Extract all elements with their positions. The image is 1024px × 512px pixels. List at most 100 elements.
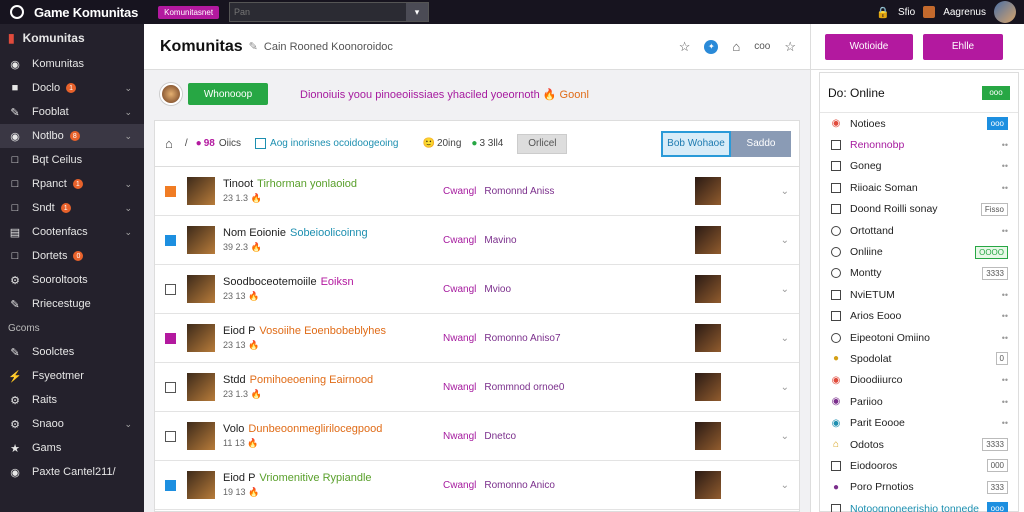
chevron-down-icon[interactable]: ⌄	[124, 203, 132, 214]
online-list-item[interactable]: ◉ Pariioo ••	[820, 391, 1018, 412]
online-list-item[interactable]: Riioaic Soman ••	[820, 177, 1018, 198]
chevron-down-icon[interactable]: ⌄	[124, 227, 132, 238]
chevron-down-icon[interactable]: ⌄	[124, 179, 132, 190]
row-highlight[interactable]: Sobeioolicoinng	[290, 227, 368, 239]
sidebar-game-item[interactable]: ✎ Soolctes	[0, 340, 144, 364]
more-icon[interactable]: ••	[1002, 375, 1008, 385]
row-title[interactable]: Eiod P	[223, 325, 255, 337]
chevron-down-icon[interactable]: ⌄	[781, 284, 789, 295]
row-title[interactable]: Soodboceotemoiile	[223, 276, 317, 288]
row-checkbox[interactable]	[164, 332, 176, 344]
online-item-tag[interactable]: Fisso	[980, 202, 1008, 216]
profile-picture[interactable]	[160, 83, 182, 105]
online-list-item[interactable]: ◉ Dioodiiurco ••	[820, 370, 1018, 391]
row-highlight[interactable]: Vosoiihe Eoenbobeblyhes	[259, 325, 386, 337]
online-item-tag[interactable]: ooo	[986, 117, 1008, 131]
chevron-down-icon[interactable]: ⌄	[781, 382, 789, 393]
chevron-down-icon[interactable]: ⌄	[781, 235, 789, 246]
table-row[interactable]: Nom Eoionie Sobeioolicoinng 39 2.3 🔥 Cwangl…	[155, 216, 799, 265]
row-title[interactable]: Volo	[223, 423, 244, 435]
chevron-down-icon[interactable]: ⌄	[124, 107, 132, 118]
more-icon[interactable]: ••	[1002, 183, 1008, 193]
online-list-item[interactable]: NviETUM ••	[820, 284, 1018, 305]
table-row[interactable]: Eiod P Vriomenitive Rypiandle 19 13 🔥 Cwang…	[155, 461, 799, 510]
sidebar-game-item[interactable]: ★ Gams	[0, 436, 144, 460]
row-category-1[interactable]: Cwangl	[443, 186, 476, 197]
chevron-down-icon[interactable]: ⌄	[124, 83, 132, 94]
online-item-tag[interactable]: 3333	[982, 438, 1008, 452]
online-badge[interactable]: ooo	[982, 85, 1010, 100]
sidebar-game-item[interactable]: ⚙ Snaoo ⌄	[0, 412, 144, 436]
chevron-down-icon[interactable]: ⌄	[124, 131, 132, 142]
table-row[interactable]: Eiod P Vosoiihe Eoenbobeblyhes 23 13 🔥 Nwan…	[155, 314, 799, 363]
sidebar-item[interactable]: □ Bqt Ceilus	[0, 148, 144, 172]
sidebar-item[interactable]: □ Rpanct 1 ⌄	[0, 172, 144, 196]
row-thumbnail[interactable]	[187, 422, 215, 450]
app-logo-icon[interactable]	[10, 5, 24, 19]
sidebar-item[interactable]: ⚙ Sooroltoots	[0, 268, 144, 292]
sidebar-item[interactable]: ✎ Fooblat ⌄	[0, 100, 144, 124]
table-row[interactable]: Soodboceotemoiile Eoiksn 23 13 🔥 Cwangl Mvio…	[155, 265, 799, 314]
more-icon[interactable]: ••	[1002, 226, 1008, 236]
row-checkbox[interactable]	[164, 430, 176, 442]
online-list-item[interactable]: ◉ Notioes ooo	[820, 113, 1018, 134]
row-right-thumbnail[interactable]	[695, 226, 721, 254]
online-item-tag[interactable]: 000	[986, 459, 1008, 473]
row-highlight[interactable]: Dunbeoonmeglirilocegpood	[248, 423, 382, 435]
favorite-icon[interactable]: ☆	[784, 39, 796, 55]
row-category-1[interactable]: Cwangl	[443, 480, 476, 491]
online-list-item[interactable]: Onliine OOOO	[820, 241, 1018, 262]
online-item-tag[interactable]: 333	[986, 480, 1008, 494]
sidebar-item[interactable]: ✎ Rriecestuge	[0, 292, 144, 316]
filter-label[interactable]: Aog inorisnes ocoidoogeoing	[270, 138, 398, 149]
row-right-thumbnail[interactable]	[695, 373, 721, 401]
toolbar-secondary-button[interactable]: Saddo	[731, 130, 791, 157]
right-primary-button[interactable]: Wotioide	[825, 33, 913, 60]
toolbar-grey-button[interactable]: Orlicel	[517, 133, 568, 154]
row-title[interactable]: Eiod P	[223, 472, 255, 484]
table-row[interactable]: Volo Dunbeoonmeglirilocegpood 11 13 🔥 Nwang…	[155, 412, 799, 461]
row-right-thumbnail[interactable]	[695, 471, 721, 499]
online-list-item[interactable]: Eiodooros 000	[820, 455, 1018, 476]
brand-pill[interactable]: Komunitasnet	[158, 5, 220, 19]
primary-action-button[interactable]: Whonooop	[188, 83, 268, 105]
row-right-thumbnail[interactable]	[695, 275, 721, 303]
row-title[interactable]: Tinoot	[223, 178, 253, 190]
row-highlight[interactable]: Pomihoeoening Eairnood	[250, 374, 374, 386]
filter-checkbox[interactable]	[255, 138, 267, 149]
search-input[interactable]	[230, 7, 391, 17]
online-list-item[interactable]: Eipeotoni Omiino ••	[820, 327, 1018, 348]
chevron-down-icon[interactable]: ⌄	[781, 480, 789, 491]
toolbar-blue-button[interactable]: Bob Wohaoe	[661, 130, 731, 157]
search-dropdown-icon[interactable]: ▾	[406, 3, 429, 21]
table-row[interactable]: Stdd Pomihoeoening Eairnood 23 1.3 🔥 Nwangl…	[155, 363, 799, 412]
row-highlight[interactable]: Vriomenitive Rypiandle	[259, 472, 371, 484]
user-avatar[interactable]	[994, 1, 1016, 23]
sidebar-game-item[interactable]: ◉ Paxte Cantel211/	[0, 460, 144, 484]
row-right-thumbnail[interactable]	[695, 422, 721, 450]
row-category-1[interactable]: Nwangl	[443, 431, 476, 442]
more-icon[interactable]: ••	[1002, 311, 1008, 321]
row-category-2[interactable]: Mavino	[484, 235, 516, 246]
row-thumbnail[interactable]	[187, 324, 215, 352]
row-category-2[interactable]: Dnetco	[484, 431, 516, 442]
row-checkbox[interactable]	[164, 283, 176, 295]
online-list-item[interactable]: Arios Eooo ••	[820, 306, 1018, 327]
home-icon[interactable]: ⌂	[732, 39, 740, 54]
chevron-down-icon[interactable]: ⌄	[781, 186, 789, 197]
row-category-1[interactable]: Nwangl	[443, 333, 476, 344]
row-category-2[interactable]: Mvioo	[484, 284, 511, 295]
sidebar-item[interactable]: ▤ Cootenfacs ⌄	[0, 220, 144, 244]
sidebar-item[interactable]: □ Dortets 0	[0, 244, 144, 268]
more-icon[interactable]: ••	[1002, 418, 1008, 428]
online-item-tag[interactable]: OOOO	[975, 245, 1008, 259]
small-avatar[interactable]	[923, 6, 936, 18]
row-right-thumbnail[interactable]	[695, 324, 721, 352]
sidebar-item[interactable]: ◉ Komunitas	[0, 52, 144, 76]
row-category-2[interactable]: Rommnod ornoe0	[484, 382, 564, 393]
online-list-item[interactable]: Montty 3333	[820, 263, 1018, 284]
more-icon[interactable]: ••	[1002, 333, 1008, 343]
row-checkbox[interactable]	[164, 479, 176, 491]
chevron-down-icon[interactable]: ⌄	[781, 333, 789, 344]
table-row[interactable]: Tinoot Tirhorman yonlaoiod 23 1.3 🔥 Cwangl R…	[155, 167, 799, 216]
